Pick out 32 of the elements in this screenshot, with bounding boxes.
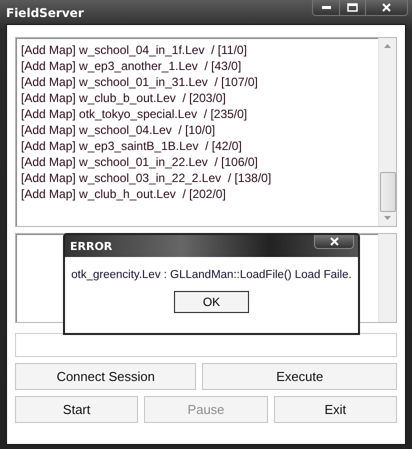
minimize-icon bbox=[322, 6, 330, 9]
log-line: [Add Map] otk_tokyo_special.Lev / [235/0] bbox=[21, 106, 248, 122]
dialog-title: ERROR bbox=[70, 240, 112, 252]
log-line: [Add Map] w_club_h_out.Lev / [202/0] bbox=[21, 186, 227, 202]
action-button[interactable]: Exit bbox=[274, 396, 397, 423]
log-line: [Add Map] w_club_b_out.Lev / [203/0] bbox=[21, 90, 227, 106]
input-field[interactable] bbox=[15, 333, 397, 357]
scrollbar[interactable] bbox=[378, 38, 396, 226]
log-line: [Add Map] w_ep3_saintB_1B.Lev / [42/0] bbox=[21, 138, 243, 154]
maximize-button[interactable] bbox=[339, 0, 365, 15]
scroll-thumb[interactable] bbox=[380, 172, 396, 212]
scrollbar[interactable] bbox=[378, 234, 396, 322]
close-icon bbox=[330, 237, 338, 246]
close-button[interactable] bbox=[365, 0, 407, 15]
close-icon bbox=[382, 3, 391, 12]
window-title: FieldServer bbox=[6, 6, 84, 20]
action-button[interactable]: Start bbox=[15, 396, 138, 423]
minimize-button[interactable] bbox=[313, 0, 339, 15]
scroll-down-icon bbox=[384, 216, 391, 220]
ok-button[interactable]: OK bbox=[174, 291, 249, 313]
maximize-icon bbox=[347, 3, 358, 12]
error-message: otk_greencity.Lev : GLLandMan::LoadFile() Load Faile. bbox=[70, 269, 353, 281]
log-line: [Add Map] w_school_03_in_22_2.Lev / [138/0] bbox=[21, 170, 272, 186]
log-line: [Add Map] w_school_04.Lev / [10/0] bbox=[21, 122, 216, 138]
close-button[interactable] bbox=[314, 235, 354, 249]
action-button[interactable]: Execute bbox=[202, 363, 397, 390]
scroll-up-icon bbox=[384, 44, 391, 48]
log-line: [Add Map] w_ep3_another_1.Lev / [43/0] bbox=[21, 58, 242, 74]
action-button[interactable]: Connect Session bbox=[15, 363, 196, 390]
log-line: [Add Map] w_school_04_in_1f.Lev / [11/0] bbox=[21, 42, 248, 58]
log-line: [Add Map] w_school_01_in_22.Lev / [106/0] bbox=[21, 154, 259, 170]
log-line: [Add Map] w_school_01_in_31.Lev / [107/0] bbox=[21, 74, 259, 90]
